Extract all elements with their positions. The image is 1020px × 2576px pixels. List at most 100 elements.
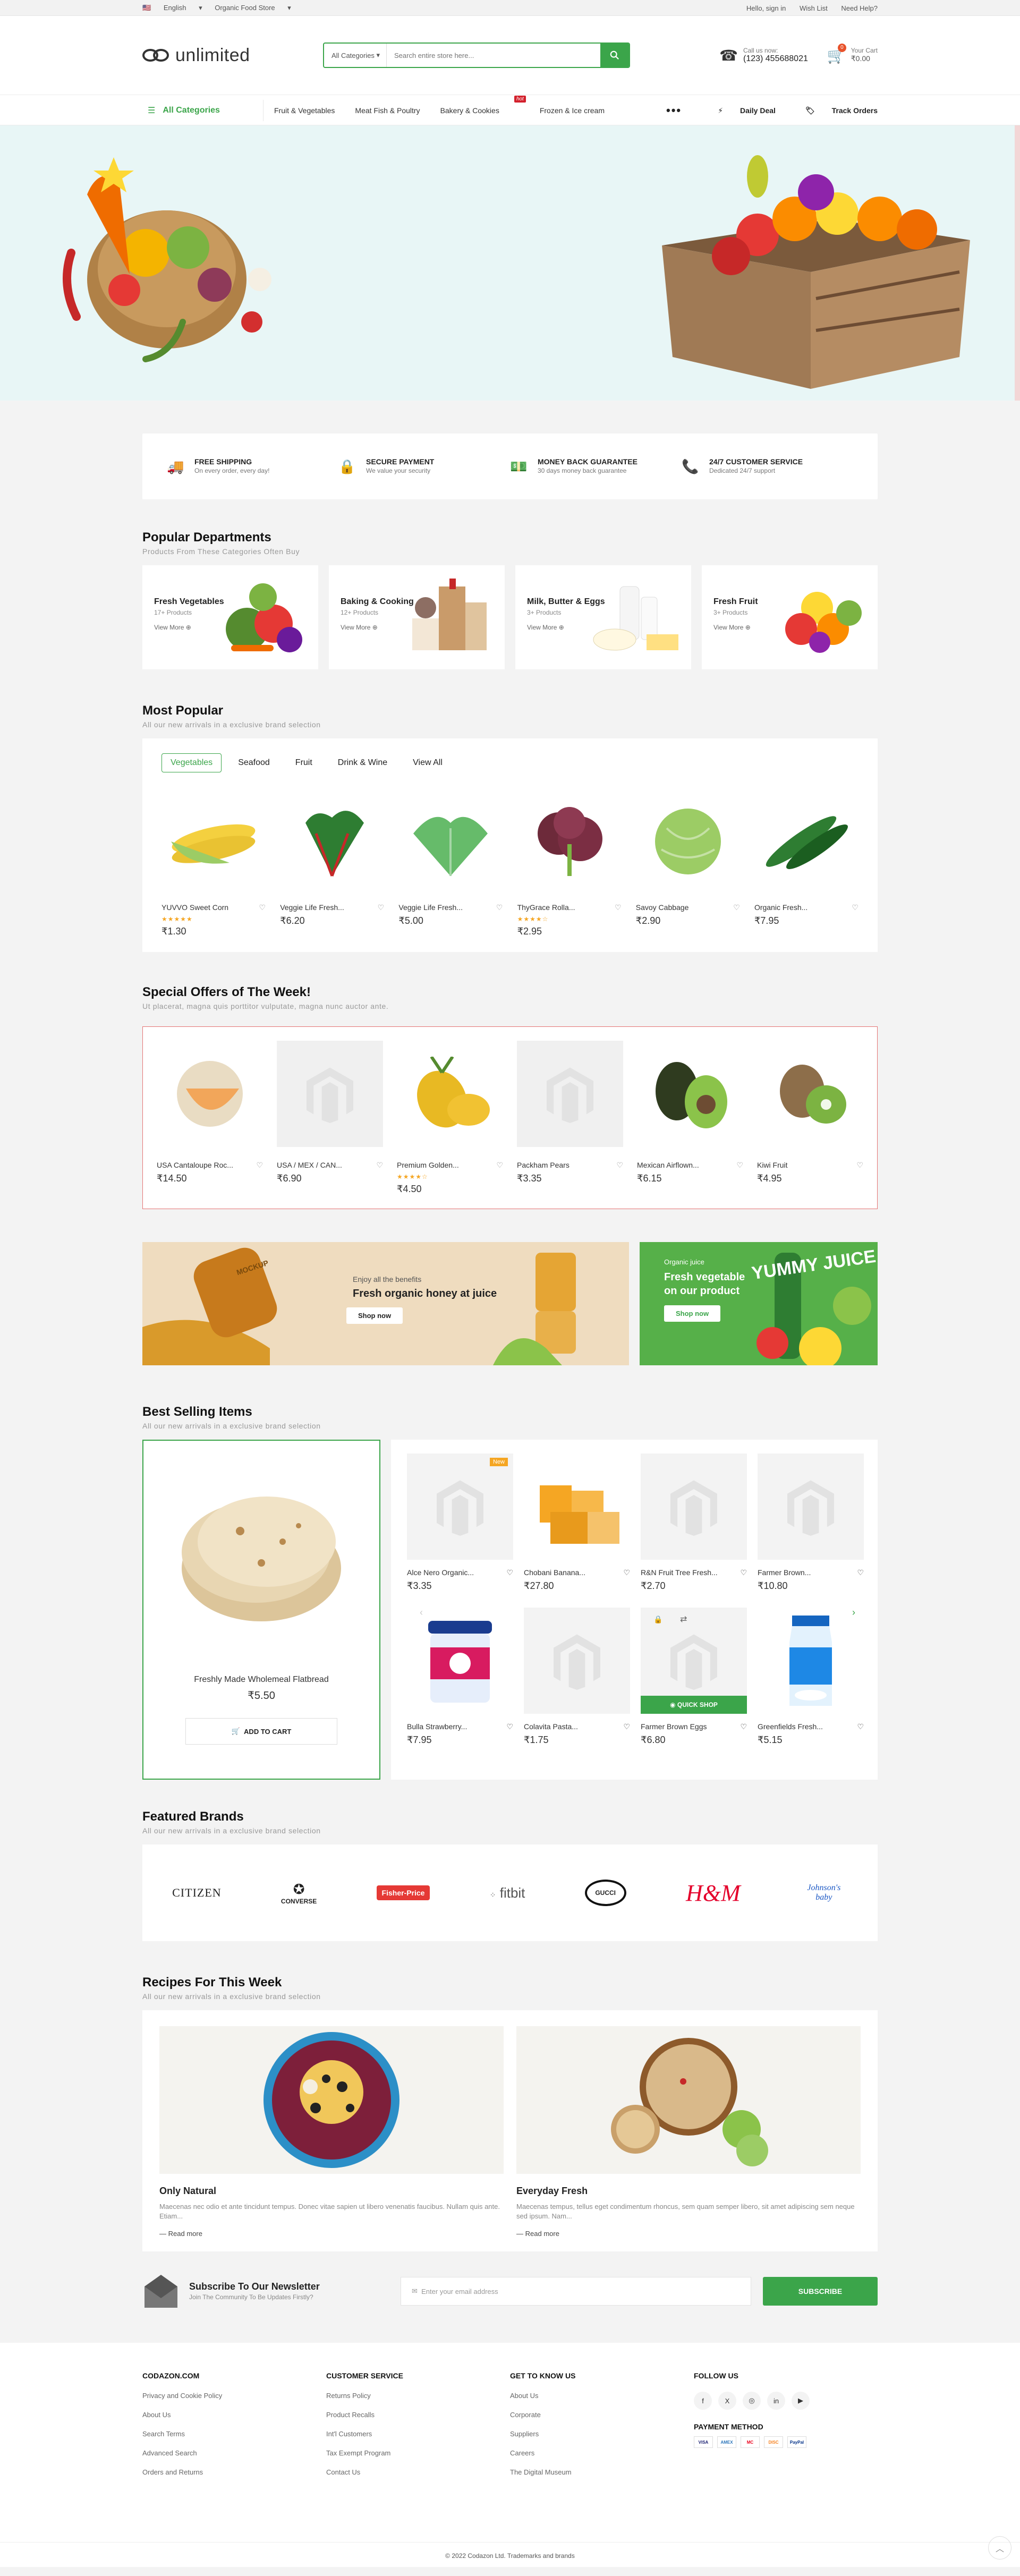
- tab-seafood[interactable]: Seafood: [229, 753, 279, 772]
- x-twitter-icon[interactable]: X: [718, 2392, 736, 2410]
- product-card[interactable]: Chobani Banana... ♡ ₹27.80: [524, 1453, 630, 1592]
- hero-banner[interactable]: [0, 125, 1020, 401]
- brand-fitbit[interactable]: ⁘ fitbit: [490, 1885, 525, 1901]
- product-card[interactable]: Greenfields Fresh... ♡ ₹5.15: [758, 1608, 864, 1746]
- add-to-cart-button[interactable]: 🛒 ADD TO CART: [185, 1718, 337, 1745]
- tab-drink-wine[interactable]: Drink & Wine: [329, 753, 396, 772]
- brand-hm[interactable]: H&M: [686, 1880, 741, 1907]
- tab-vegetables[interactable]: Vegetables: [162, 753, 222, 772]
- compare-icon[interactable]: ⇄: [680, 1614, 687, 1625]
- dept-card[interactable]: Fresh Vegetables 17+ Products View More ⊕: [142, 565, 318, 669]
- heart-icon[interactable]: ♡: [616, 1161, 623, 1170]
- heart-icon[interactable]: ♡: [623, 1568, 630, 1577]
- product-card[interactable]: R&N Fruit Tree Fresh... ♡ ₹2.70: [641, 1453, 747, 1592]
- more-menu-icon[interactable]: •••: [666, 104, 682, 117]
- heart-icon[interactable]: ♡: [506, 1722, 513, 1731]
- honey-banner[interactable]: MOCKUP Enjoy all the benefits Fresh orga…: [142, 1242, 629, 1365]
- footer-link[interactable]: Contact Us: [326, 2468, 510, 2476]
- sign-in-link[interactable]: Hello, sign in: [746, 4, 786, 12]
- heart-icon[interactable]: ♡: [736, 1161, 743, 1170]
- brand-johnsons[interactable]: Johnson's baby: [800, 1883, 848, 1902]
- product-card[interactable]: Colavita Pasta... ♡ ₹1.75: [524, 1608, 630, 1746]
- search-button[interactable]: [600, 44, 629, 67]
- instagram-icon[interactable]: ◎: [743, 2392, 761, 2410]
- featured-product-card[interactable]: Freshly Made Wholemeal Flatbread ₹5.50 🛒…: [142, 1440, 380, 1780]
- read-more-link[interactable]: — Read more: [159, 2230, 504, 2238]
- newsletter-email-input[interactable]: ✉ Enter your email address: [401, 2277, 751, 2306]
- track-orders-link[interactable]: 🏷 Track Orders: [790, 106, 878, 115]
- nav-item-meat-fish[interactable]: Meat Fish & Poultry: [355, 106, 420, 115]
- brand-citizen[interactable]: CITIZEN: [172, 1886, 222, 1900]
- tab-view-all[interactable]: View All: [404, 753, 452, 772]
- heart-icon[interactable]: ♡: [852, 903, 858, 912]
- product-card[interactable]: 🔒 ⇄ ◉ QUICK SHOP Farmer Brown Eggs ♡ ₹6.8…: [641, 1608, 747, 1746]
- product-card[interactable]: YUVVO Sweet Corn ♡ ★★★★★ ₹1.30: [162, 794, 266, 937]
- recipe-title[interactable]: Everyday Fresh: [516, 2186, 861, 2197]
- search-input[interactable]: [387, 44, 600, 67]
- dept-card[interactable]: Fresh Fruit 3+ Products View More ⊕: [702, 565, 878, 669]
- youtube-icon[interactable]: ▶: [792, 2392, 810, 2410]
- daily-deal-link[interactable]: ⚡ Daily Deal: [703, 106, 776, 115]
- heart-icon[interactable]: ♡: [623, 1722, 630, 1731]
- footer-link[interactable]: Product Recalls: [326, 2411, 510, 2419]
- product-card[interactable]: Veggie Life Fresh... ♡ ₹5.00: [398, 794, 503, 937]
- lock-icon[interactable]: 🔒: [653, 1615, 662, 1624]
- call-us[interactable]: ☎ Call us now: (123) 455688021: [719, 47, 808, 64]
- heart-icon[interactable]: ♡: [376, 1161, 383, 1170]
- product-card[interactable]: USA Cantaloupe Roc... ♡ ₹14.50: [157, 1041, 263, 1195]
- logo[interactable]: unlimited: [142, 45, 323, 66]
- help-link[interactable]: Need Help?: [841, 4, 878, 12]
- recipe-card[interactable]: Everyday Fresh Maecenas tempus, tellus e…: [516, 2026, 861, 2238]
- nav-item-bakery[interactable]: Bakery & Cookies hot: [440, 96, 526, 115]
- product-card[interactable]: Kiwi Fruit ♡ ₹4.95: [757, 1041, 863, 1195]
- footer-link[interactable]: Careers: [510, 2449, 694, 2457]
- shop-now-button[interactable]: Shop now: [664, 1305, 721, 1322]
- brand-fisher-price[interactable]: Fisher-Price: [376, 1885, 430, 1900]
- heart-icon[interactable]: ♡: [496, 1161, 503, 1170]
- tab-fruit[interactable]: Fruit: [286, 753, 321, 772]
- brand-gucci[interactable]: GUCCI: [584, 1880, 626, 1906]
- next-arrow-icon[interactable]: ›: [846, 1604, 862, 1620]
- juice-banner[interactable]: YUMMY JUICE Organic juice Fresh vegetabl…: [640, 1242, 878, 1365]
- heart-icon[interactable]: ♡: [740, 1568, 747, 1577]
- product-card[interactable]: New Alce Nero Organic... ♡ ₹3.35: [407, 1453, 513, 1592]
- heart-icon[interactable]: ♡: [378, 903, 385, 912]
- heart-icon[interactable]: ♡: [740, 1722, 747, 1731]
- product-card[interactable]: Savoy Cabbage ♡ ₹2.90: [636, 794, 740, 937]
- product-card[interactable]: Packham Pears ♡ ₹3.35: [517, 1041, 623, 1195]
- dept-card[interactable]: Baking & Cooking 12+ Products View More ⊕: [329, 565, 505, 669]
- brand-converse[interactable]: ✪ CONVERSE: [281, 1881, 317, 1905]
- heart-icon[interactable]: ♡: [506, 1568, 513, 1577]
- footer-link[interactable]: Suppliers: [510, 2430, 694, 2438]
- recipe-card[interactable]: Only Natural Maecenas nec odio et ante t…: [159, 2026, 504, 2238]
- product-card[interactable]: Mexican Airflown... ♡ ₹6.15: [637, 1041, 743, 1195]
- nav-item-fruit-vegetables[interactable]: Fruit & Vegetables: [274, 106, 335, 115]
- linkedin-icon[interactable]: in: [767, 2392, 785, 2410]
- prev-arrow-icon[interactable]: ‹: [413, 1604, 429, 1620]
- product-card[interactable]: ThyGrace Rolla... ♡ ★★★★☆ ₹2.95: [517, 794, 622, 937]
- heart-icon[interactable]: ♡: [856, 1161, 863, 1170]
- product-card[interactable]: Premium Golden... ♡ ★★★★☆ ₹4.50: [397, 1041, 503, 1195]
- product-card[interactable]: Farmer Brown... ♡ ₹10.80: [758, 1453, 864, 1592]
- heart-icon[interactable]: ♡: [259, 903, 266, 912]
- cart[interactable]: 🛒 0 Your Cart ₹0.00: [827, 43, 878, 64]
- heart-icon[interactable]: ♡: [857, 1568, 864, 1577]
- search-category-select[interactable]: All Categories ▾: [324, 44, 387, 67]
- shop-now-button[interactable]: Shop now: [346, 1307, 403, 1324]
- heart-icon[interactable]: ♡: [857, 1722, 864, 1731]
- wishlist-link[interactable]: Wish List: [800, 4, 828, 12]
- footer-link[interactable]: The Digital Museum: [510, 2468, 694, 2476]
- product-card[interactable]: Organic Fresh... ♡ ₹7.95: [754, 794, 858, 937]
- heart-icon[interactable]: ♡: [615, 903, 622, 912]
- product-card[interactable]: USA / MEX / CAN... ♡ ₹6.90: [277, 1041, 383, 1195]
- subscribe-button[interactable]: SUBSCRIBE: [763, 2277, 878, 2306]
- quick-shop-button[interactable]: ◉ QUICK SHOP: [641, 1696, 747, 1714]
- nav-item-frozen[interactable]: Frozen & Ice cream: [540, 106, 605, 115]
- footer-link[interactable]: Int'l Customers: [326, 2430, 510, 2438]
- footer-link[interactable]: Search Terms: [142, 2430, 326, 2438]
- heart-icon[interactable]: ♡: [256, 1161, 263, 1170]
- facebook-icon[interactable]: f: [694, 2392, 712, 2410]
- store-selector[interactable]: Organic Food Store ▾: [215, 4, 291, 12]
- footer-link[interactable]: About Us: [142, 2411, 326, 2419]
- back-to-top-icon[interactable]: ︿: [988, 2536, 1012, 2560]
